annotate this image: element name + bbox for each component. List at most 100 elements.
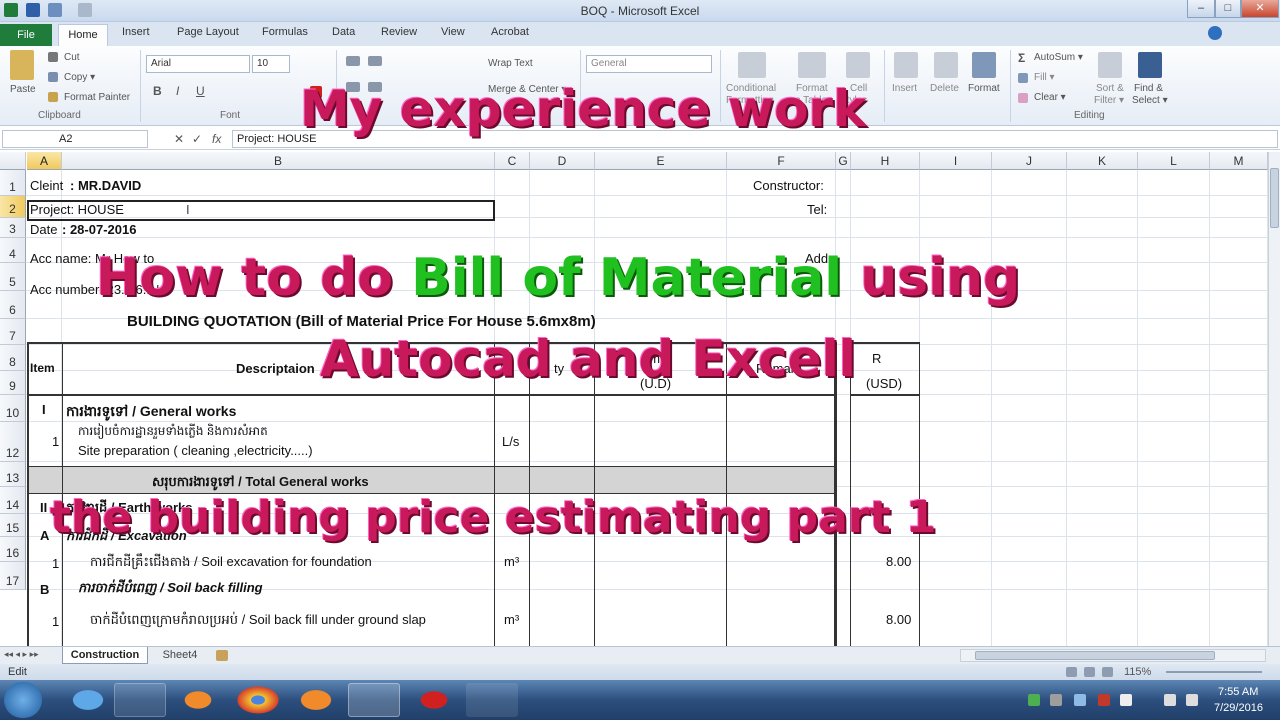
column-header-d[interactable]: D bbox=[530, 152, 595, 170]
file-explorer-icon[interactable] bbox=[114, 683, 166, 717]
clear-icon[interactable] bbox=[1018, 93, 1028, 103]
column-header-e[interactable]: E bbox=[595, 152, 727, 170]
row-header-10[interactable]: 10 bbox=[0, 395, 26, 422]
tray-icon[interactable] bbox=[1028, 694, 1040, 706]
sort-filter-icon[interactable] bbox=[1098, 52, 1122, 78]
insert-cells-icon[interactable] bbox=[894, 52, 918, 78]
row-header-15[interactable]: 15 bbox=[0, 514, 26, 537]
column-header-m[interactable]: M bbox=[1210, 152, 1268, 170]
row-header-8[interactable]: 8 bbox=[0, 345, 26, 371]
enter-entry-icon[interactable]: ✓ bbox=[192, 132, 202, 146]
photos-app-icon[interactable] bbox=[466, 683, 518, 717]
paste-button[interactable]: Paste bbox=[10, 84, 36, 95]
horizontal-scrollbar[interactable] bbox=[960, 649, 1266, 662]
media-player-icon[interactable] bbox=[172, 683, 224, 717]
italic-button[interactable]: I bbox=[176, 84, 179, 98]
underline-button[interactable]: U bbox=[196, 84, 205, 98]
insert-sheet-icon[interactable] bbox=[216, 650, 228, 661]
clock-time[interactable]: 7:55 AM bbox=[1218, 686, 1258, 698]
sheet-tab-construction[interactable]: Construction bbox=[62, 647, 148, 664]
number-format-select[interactable]: General bbox=[586, 55, 712, 73]
tray-icon[interactable] bbox=[1050, 694, 1062, 706]
column-header-a[interactable]: A bbox=[27, 152, 62, 170]
minimize-button[interactable]: – bbox=[1187, 0, 1215, 18]
tray-icon[interactable] bbox=[1074, 694, 1086, 706]
vertical-scroll-thumb[interactable] bbox=[1270, 168, 1279, 228]
zoom-slider[interactable] bbox=[1166, 671, 1262, 673]
normal-view-icon[interactable] bbox=[1066, 667, 1077, 677]
column-header-g[interactable]: G bbox=[836, 152, 851, 170]
column-header-h[interactable]: H bbox=[851, 152, 920, 170]
sort-filter-button[interactable]: Sort & bbox=[1096, 83, 1124, 94]
select-all-corner[interactable] bbox=[0, 152, 26, 170]
row-header-17[interactable]: 17 bbox=[0, 562, 26, 590]
tray-icon[interactable] bbox=[1098, 694, 1110, 706]
sheet-tab-sheet4[interactable]: Sheet4 bbox=[152, 648, 208, 664]
fill-icon[interactable] bbox=[1018, 73, 1028, 83]
volume-icon[interactable] bbox=[1186, 694, 1198, 706]
excel-taskbar-icon[interactable] bbox=[348, 683, 400, 717]
start-button[interactable] bbox=[4, 682, 42, 718]
insert-cells-button[interactable]: Insert bbox=[892, 83, 917, 94]
row-header-16[interactable]: 16 bbox=[0, 537, 26, 562]
row-header-3[interactable]: 3 bbox=[0, 218, 26, 238]
internet-explorer-icon[interactable] bbox=[62, 683, 114, 717]
autosum-icon[interactable]: Σ bbox=[1018, 51, 1025, 65]
copy-button[interactable]: Copy ▾ bbox=[64, 72, 95, 83]
row-header-6[interactable]: 6 bbox=[0, 291, 26, 319]
column-header-k[interactable]: K bbox=[1067, 152, 1138, 170]
page-break-view-icon[interactable] bbox=[1102, 667, 1113, 677]
delete-cells-icon[interactable] bbox=[934, 52, 958, 78]
column-header-j[interactable]: J bbox=[992, 152, 1067, 170]
autosum-button[interactable]: AutoSum ▾ bbox=[1034, 52, 1083, 63]
align-middle-icon[interactable] bbox=[368, 56, 382, 66]
worksheet-grid[interactable]: ABCDEFGHIJKLM 1 2 3 4 5 6 7 8 9 10 12 13 14 15 16 17 Cl… bbox=[0, 152, 1268, 646]
format-as-table-icon[interactable] bbox=[798, 52, 826, 78]
conditional-formatting-icon[interactable] bbox=[738, 52, 766, 78]
column-header-l[interactable]: L bbox=[1138, 152, 1210, 170]
tab-review[interactable]: Review bbox=[381, 26, 417, 38]
name-box[interactable]: A2 bbox=[2, 130, 148, 148]
cut-button[interactable]: Cut bbox=[64, 52, 80, 63]
firefox-icon[interactable] bbox=[290, 683, 342, 717]
maximize-button[interactable]: □ bbox=[1215, 0, 1241, 18]
page-layout-view-icon[interactable] bbox=[1084, 667, 1095, 677]
fill-button[interactable]: Fill ▾ bbox=[1034, 72, 1055, 83]
autocad-icon[interactable] bbox=[408, 683, 460, 717]
row-header-4[interactable]: 4 bbox=[0, 238, 26, 263]
tab-acrobat[interactable]: Acrobat bbox=[491, 26, 529, 38]
tab-data[interactable]: Data bbox=[332, 26, 355, 38]
chrome-icon[interactable] bbox=[232, 683, 284, 717]
bold-button[interactable]: B bbox=[153, 84, 162, 98]
delete-cells-button[interactable]: Delete bbox=[930, 83, 959, 94]
cell-styles-icon[interactable] bbox=[846, 52, 870, 78]
tab-view[interactable]: View bbox=[441, 26, 465, 38]
project-cell[interactable]: Project: HOUSE bbox=[30, 202, 124, 217]
sheet-nav-arrows[interactable]: ◂◂ ◂ ▸ ▸▸ bbox=[4, 649, 39, 660]
column-header-i[interactable]: I bbox=[920, 152, 992, 170]
row-header-14[interactable]: 14 bbox=[0, 487, 26, 514]
clock-date[interactable]: 7/29/2016 bbox=[1214, 702, 1263, 714]
vertical-scrollbar[interactable] bbox=[1268, 152, 1280, 646]
tab-page-layout[interactable]: Page Layout bbox=[177, 26, 239, 38]
wrap-text-button[interactable]: Wrap Text bbox=[488, 58, 533, 69]
cancel-entry-icon[interactable]: ✕ bbox=[174, 132, 184, 146]
find-select-icon[interactable] bbox=[1138, 52, 1162, 78]
cut-icon[interactable] bbox=[48, 52, 58, 62]
zoom-level[interactable]: 115% bbox=[1124, 666, 1151, 678]
row-header-7[interactable]: 7 bbox=[0, 319, 26, 345]
format-cells-button[interactable]: Format bbox=[968, 83, 1000, 94]
column-header-f[interactable]: F bbox=[727, 152, 836, 170]
row-header-13[interactable]: 13 bbox=[0, 462, 26, 487]
format-painter-button[interactable]: Format Painter bbox=[64, 92, 130, 103]
column-header-c[interactable]: C bbox=[495, 152, 530, 170]
close-button[interactable]: ✕ bbox=[1241, 0, 1279, 18]
tab-file[interactable]: File bbox=[0, 24, 52, 46]
tab-formulas[interactable]: Formulas bbox=[262, 26, 308, 38]
flag-icon[interactable] bbox=[1120, 694, 1132, 706]
paste-icon[interactable] bbox=[10, 50, 34, 80]
tab-home[interactable]: Home bbox=[58, 24, 108, 46]
network-icon[interactable] bbox=[1164, 694, 1176, 706]
row-header-2[interactable]: 2 bbox=[0, 196, 26, 218]
find-select-button[interactable]: Find & bbox=[1134, 83, 1163, 94]
